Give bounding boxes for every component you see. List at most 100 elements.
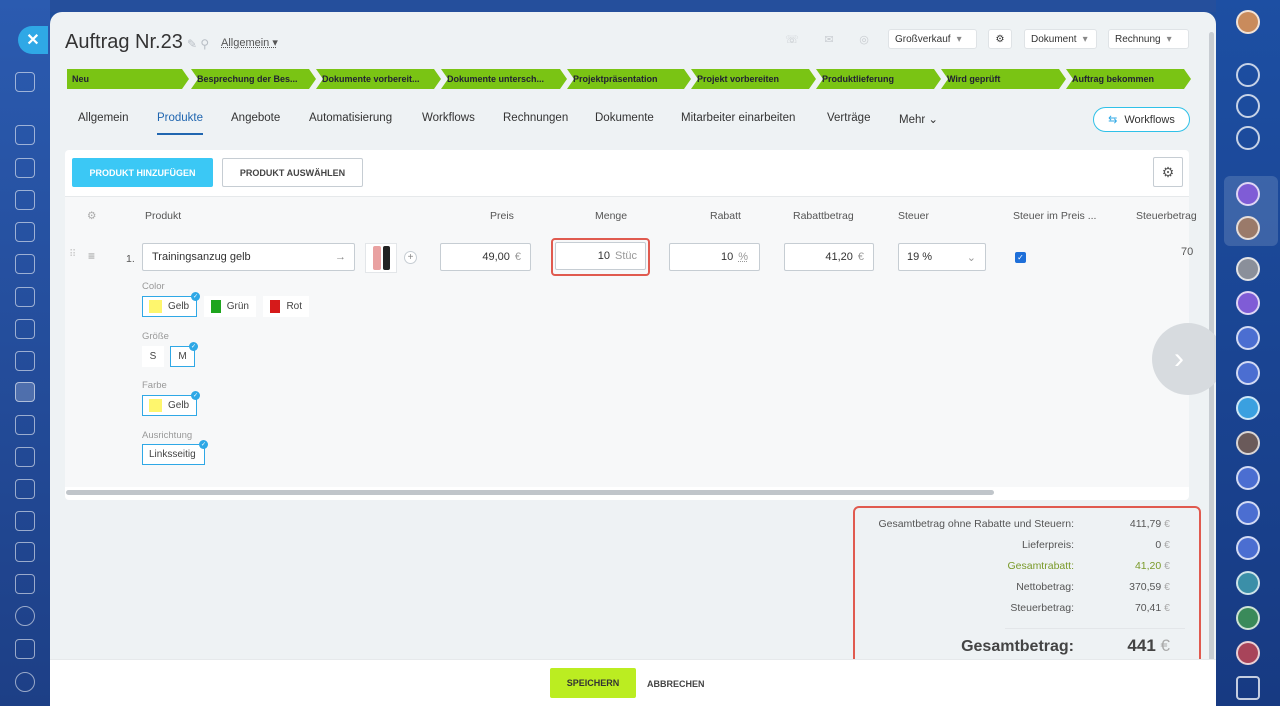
horizontal-scrollbar[interactable] bbox=[66, 490, 994, 495]
tab-automatisierung[interactable]: Automatisierung bbox=[309, 112, 392, 124]
avatar-icon[interactable] bbox=[1236, 216, 1260, 240]
user-avatar-icon[interactable] bbox=[1236, 10, 1260, 34]
product-image[interactable] bbox=[365, 243, 397, 273]
import-icon[interactable] bbox=[15, 72, 35, 92]
phone-icon[interactable]: ☏ bbox=[781, 29, 803, 49]
target-icon[interactable] bbox=[1236, 94, 1260, 118]
search-chat-icon[interactable] bbox=[1236, 126, 1260, 150]
document-icon[interactable] bbox=[15, 125, 35, 145]
lock-icon[interactable] bbox=[1236, 606, 1260, 630]
bell-icon[interactable] bbox=[1236, 63, 1260, 87]
avatar-icon[interactable] bbox=[1236, 257, 1260, 281]
file-icon[interactable] bbox=[15, 222, 35, 242]
gear-icon[interactable]: ⚙ bbox=[988, 29, 1012, 49]
stage-item[interactable]: Produktlieferung bbox=[816, 69, 941, 89]
stripes-icon[interactable] bbox=[15, 639, 35, 659]
chart-icon[interactable] bbox=[15, 319, 35, 339]
arrow-right-icon[interactable]: → bbox=[335, 251, 346, 263]
menu-icon[interactable]: ≡ bbox=[88, 249, 95, 263]
variant-label: Color bbox=[142, 281, 165, 292]
right-sidebar bbox=[1216, 0, 1280, 706]
message-icon[interactable] bbox=[15, 447, 35, 467]
edit-icon[interactable] bbox=[15, 415, 35, 435]
stage-item[interactable]: Neu bbox=[67, 69, 189, 89]
chat-icon[interactable] bbox=[1236, 182, 1260, 206]
tab-mitarbeiter[interactable]: Mitarbeiter einarbeiten bbox=[681, 112, 795, 124]
card-icon[interactable] bbox=[15, 254, 35, 274]
add-product-button[interactable]: PRODUKT HINZUFÜGEN bbox=[72, 158, 213, 187]
openline-icon[interactable] bbox=[1236, 536, 1260, 560]
tax-select[interactable]: 19 % ⌄ bbox=[898, 243, 986, 271]
funnel-icon[interactable] bbox=[15, 382, 35, 402]
column-header: Steuer bbox=[898, 210, 929, 222]
stage-item[interactable]: Auftrag bekommen bbox=[1066, 69, 1191, 89]
openline-icon[interactable] bbox=[1236, 501, 1260, 525]
column-settings-icon[interactable]: ⚙ bbox=[87, 210, 96, 222]
target-icon[interactable] bbox=[15, 574, 35, 594]
openline-icon[interactable] bbox=[1236, 326, 1260, 350]
tab-dokumente[interactable]: Dokumente bbox=[595, 112, 654, 124]
s-icon[interactable] bbox=[15, 606, 35, 626]
tab-mehr[interactable]: Mehr ⌄ bbox=[899, 112, 938, 126]
stage-item[interactable]: Besprechung der Bes... bbox=[191, 69, 316, 89]
total-label: Gesamtbetrag: bbox=[961, 638, 1074, 655]
message-icon[interactable] bbox=[1236, 396, 1260, 420]
variant-option[interactable]: M bbox=[170, 342, 198, 367]
variant-option[interactable]: Linksseitig bbox=[142, 440, 208, 465]
stage-item[interactable]: Dokumente vorbereit... bbox=[316, 69, 441, 89]
tax-included-checkbox[interactable]: ✓ bbox=[1015, 252, 1026, 263]
chat-icon[interactable] bbox=[1236, 291, 1260, 315]
segment-dropdown[interactable]: Großverkauf ▾ bbox=[888, 29, 977, 49]
stage-item[interactable]: Dokumente untersch... bbox=[441, 69, 567, 89]
tab-vertraege[interactable]: Verträge bbox=[827, 112, 870, 124]
quantity-input[interactable]: 10 Stüc bbox=[555, 242, 646, 270]
settings-icon[interactable] bbox=[15, 672, 35, 692]
category-dropdown[interactable]: Allgemein ▾ bbox=[221, 36, 278, 49]
tab-workflows[interactable]: Workflows bbox=[422, 112, 475, 124]
tab-allgemein[interactable]: Allgemein bbox=[78, 112, 129, 124]
checkbox-icon[interactable] bbox=[1236, 676, 1260, 700]
select-product-button[interactable]: PRODUKT AUSWÄHLEN bbox=[222, 158, 363, 187]
robot-icon[interactable] bbox=[15, 542, 35, 562]
checklist-icon[interactable] bbox=[15, 158, 35, 178]
mail-icon[interactable]: ✉ bbox=[818, 29, 840, 49]
openline-icon[interactable] bbox=[1236, 361, 1260, 385]
lock-icon[interactable] bbox=[1236, 571, 1260, 595]
cart-icon[interactable] bbox=[15, 351, 35, 371]
workflows-button[interactable]: ⇆ Workflows bbox=[1093, 107, 1190, 132]
contacts-icon[interactable] bbox=[15, 190, 35, 210]
edit-link-icons[interactable]: ✎ ⚲ bbox=[187, 37, 209, 51]
discount-amount-input[interactable]: 41,20 € bbox=[784, 243, 874, 271]
product-name-input[interactable]: Trainingsanzug gelb → bbox=[142, 243, 355, 271]
stage-item[interactable]: Wird geprüft bbox=[941, 69, 1066, 89]
cancel-button[interactable]: ABBRECHEN bbox=[647, 679, 705, 689]
chevron-right-icon[interactable]: › bbox=[1152, 323, 1216, 395]
stage-item[interactable]: Projekt vorbereiten bbox=[691, 69, 816, 89]
drag-handle-icon[interactable]: ⠿ bbox=[69, 249, 76, 260]
tab-produkte[interactable]: Produkte bbox=[157, 112, 204, 135]
variant-option[interactable]: Gelb bbox=[142, 391, 200, 416]
chat-icon[interactable]: ◎ bbox=[853, 29, 875, 49]
avatar-icon[interactable] bbox=[1236, 431, 1260, 455]
variant-option[interactable]: Rot bbox=[263, 296, 309, 317]
openline-icon[interactable] bbox=[1236, 466, 1260, 490]
calendar-icon[interactable] bbox=[15, 511, 35, 531]
close-icon[interactable]: ✕ bbox=[18, 26, 48, 54]
invoice-dropdown[interactable]: Rechnung ▾ bbox=[1108, 29, 1189, 49]
tab-rechnungen[interactable]: Rechnungen bbox=[503, 112, 568, 124]
presentation-icon[interactable] bbox=[15, 287, 35, 307]
variant-option[interactable]: Grün bbox=[204, 296, 256, 317]
column-header: Menge bbox=[595, 210, 628, 222]
variant-option[interactable]: Gelb bbox=[142, 292, 200, 317]
tab-angebote[interactable]: Angebote bbox=[231, 112, 280, 124]
add-image-icon[interactable]: + bbox=[404, 251, 417, 264]
lock-icon[interactable] bbox=[1236, 641, 1260, 665]
discount-input[interactable]: 10% bbox=[669, 243, 760, 271]
shield-icon[interactable] bbox=[15, 479, 35, 499]
stage-item[interactable]: Projektpräsentation bbox=[567, 69, 691, 89]
document-dropdown[interactable]: Dokument ▾ bbox=[1024, 29, 1097, 49]
save-button[interactable]: SPEICHERN bbox=[550, 668, 636, 698]
variant-option[interactable]: S bbox=[142, 346, 164, 367]
gear-icon[interactable]: ⚙ bbox=[1153, 157, 1183, 187]
price-input[interactable]: 49,00 € bbox=[440, 243, 531, 271]
